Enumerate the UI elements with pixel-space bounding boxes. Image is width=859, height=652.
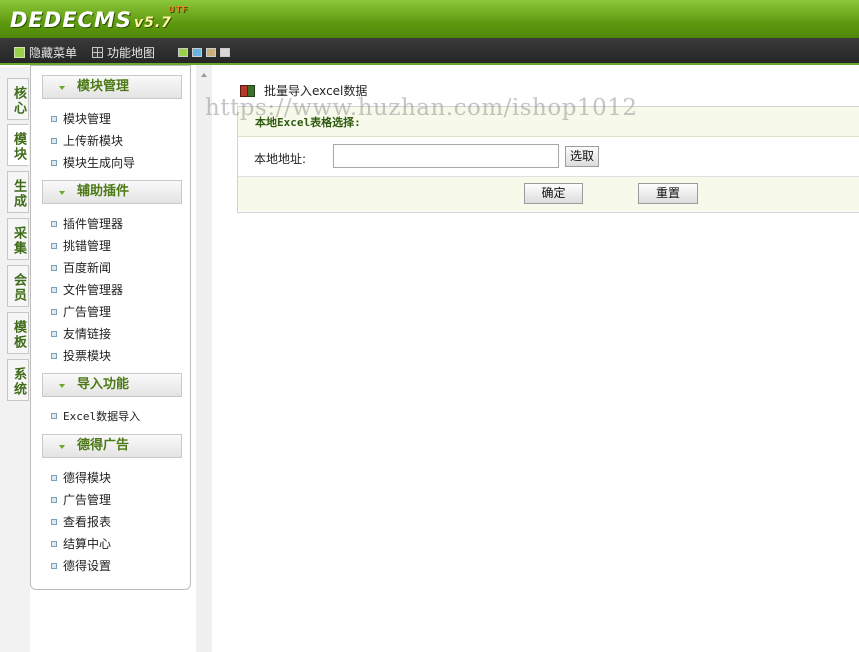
- function-map-label: 功能地图: [107, 46, 156, 60]
- sidebar-item-error-report[interactable]: 挑错管理: [51, 237, 111, 254]
- bullet-icon: [51, 352, 57, 359]
- panel-icon: [14, 47, 25, 58]
- sidebar-item-label: 友情链接: [63, 327, 112, 341]
- sidebar-item-label: 模块管理: [63, 112, 112, 126]
- sidebar-item-baidu-news[interactable]: 百度新闻: [51, 259, 111, 276]
- logo-edition: UTF: [168, 5, 189, 14]
- bullet-icon: [51, 330, 57, 337]
- tab-template[interactable]: 模板: [7, 312, 29, 354]
- chevron-down-icon: [59, 191, 65, 195]
- section-import[interactable]: 导入功能: [42, 373, 182, 397]
- sidebar-item-file-manager[interactable]: 文件管理器: [51, 281, 123, 298]
- bullet-icon: [51, 115, 57, 122]
- logo-text: DEDECMS: [10, 8, 132, 32]
- theme-swatch-green[interactable]: [178, 48, 188, 57]
- local-path-input[interactable]: [333, 144, 559, 168]
- reset-button[interactable]: 重置: [638, 183, 698, 204]
- map-icon: [92, 47, 103, 58]
- sidebar-item-dede-settings[interactable]: 德得设置: [51, 557, 111, 574]
- bullet-icon: [51, 540, 57, 547]
- excel-import-form: 本地Excel表格选择: 本地地址: 选取 确定 重置: [237, 106, 859, 213]
- theme-swatch-blue[interactable]: [192, 48, 202, 57]
- sidebar-item-ad-manage[interactable]: 广告管理: [51, 303, 111, 320]
- theme-swatch-gray[interactable]: [220, 48, 230, 57]
- function-map-button[interactable]: 功能地图: [92, 44, 155, 61]
- sidebar-item-label: 广告管理: [63, 305, 112, 319]
- hide-menu-label: 隐藏菜单: [29, 46, 78, 60]
- section-title: 辅助插件: [77, 184, 130, 199]
- sidebar-item-view-report[interactable]: 查看报表: [51, 513, 111, 530]
- dedecms-logo: DEDECMS v5.7 UTF: [10, 5, 187, 32]
- main-content: 批量导入excel数据 本地Excel表格选择: 本地地址: 选取 确定 重置: [212, 65, 859, 652]
- bullet-icon: [51, 159, 57, 166]
- sidebar-item-label: 广告管理: [63, 493, 112, 507]
- sidebar-item-excel-import[interactable]: Excel数据导入: [51, 408, 140, 424]
- sidebar-item-label: 投票模块: [63, 349, 112, 363]
- sidebar-item-label: 德得设置: [63, 559, 112, 573]
- form-actions: 确定 重置: [238, 177, 859, 211]
- section-module-manage[interactable]: 模块管理: [42, 75, 182, 99]
- sidebar-item-plugin-manager[interactable]: 插件管理器: [51, 215, 123, 232]
- logo-version: v5.7: [134, 15, 172, 31]
- sidebar-item-label: 模块生成向导: [63, 156, 136, 170]
- bullet-icon: [51, 137, 57, 144]
- theme-swatch-tan[interactable]: [206, 48, 216, 57]
- sidebar-item-settlement[interactable]: 结算中心: [51, 535, 111, 552]
- watermark-text: https://www.huzhan.com/ishop1012: [205, 95, 638, 121]
- sidebar-item-label: 查看报表: [63, 515, 112, 529]
- sidebar-item-label: 插件管理器: [63, 217, 124, 231]
- sidebar-item-dede-module[interactable]: 德得模块: [51, 469, 111, 486]
- frame-splitter[interactable]: [196, 65, 212, 652]
- section-plugins[interactable]: 辅助插件: [42, 180, 182, 204]
- hide-menu-button[interactable]: 隐藏菜单: [14, 44, 77, 61]
- section-dede-ads[interactable]: 德得广告: [42, 434, 182, 458]
- top-header: DEDECMS v5.7 UTF: [0, 0, 859, 38]
- sidebar-menu: 模块管理 模块管理 上传新模块 模块生成向导 辅助插件 插件管理器 挑错管理 百…: [30, 65, 191, 590]
- tab-member[interactable]: 会员: [7, 265, 29, 307]
- sidebar-item-label: Excel数据导入: [63, 410, 141, 423]
- section-title: 导入功能: [77, 377, 130, 392]
- browse-button[interactable]: 选取: [565, 146, 599, 167]
- sidebar-item-label: 结算中心: [63, 537, 112, 551]
- menu-bar: 隐藏菜单 功能地图: [0, 38, 859, 65]
- tab-generate[interactable]: 生成: [7, 171, 29, 213]
- section-title: 德得广告: [77, 438, 130, 453]
- sidebar-item-friend-links[interactable]: 友情链接: [51, 325, 111, 342]
- local-path-label: 本地地址:: [254, 152, 307, 166]
- bullet-icon: [51, 413, 57, 419]
- bullet-icon: [51, 220, 57, 227]
- sidebar-item-upload-module[interactable]: 上传新模块: [51, 132, 123, 149]
- chevron-down-icon: [59, 384, 65, 388]
- submit-button[interactable]: 确定: [524, 183, 583, 204]
- sidebar-item-label: 德得模块: [63, 471, 112, 485]
- sidebar-item-module-wizard[interactable]: 模块生成向导: [51, 154, 135, 171]
- bullet-icon: [51, 496, 57, 503]
- sidebar-item-module-manage[interactable]: 模块管理: [51, 110, 111, 127]
- local-path-row: 本地地址: 选取: [238, 137, 859, 177]
- sidebar-item-ad-manage-2[interactable]: 广告管理: [51, 491, 111, 508]
- bullet-icon: [51, 264, 57, 271]
- chevron-down-icon: [59, 86, 65, 90]
- category-tabs: 核心 模块 生成 采集 会员 模板 系统: [0, 67, 30, 652]
- tab-collect[interactable]: 采集: [7, 218, 29, 260]
- sidebar-item-vote-module[interactable]: 投票模块: [51, 347, 111, 364]
- tab-system[interactable]: 系统: [7, 359, 29, 401]
- section-title: 模块管理: [77, 79, 130, 94]
- sidebar-item-label: 文件管理器: [63, 283, 124, 297]
- bullet-icon: [51, 562, 57, 569]
- sidebar-item-label: 上传新模块: [63, 134, 124, 148]
- scroll-up-icon[interactable]: [201, 73, 207, 77]
- bullet-icon: [51, 474, 57, 481]
- sidebar-item-label: 挑错管理: [63, 239, 112, 253]
- bullet-icon: [51, 308, 57, 315]
- tab-core[interactable]: 核心: [7, 78, 29, 120]
- sidebar-item-label: 百度新闻: [63, 261, 112, 275]
- bullet-icon: [51, 286, 57, 293]
- bullet-icon: [51, 518, 57, 525]
- tab-module[interactable]: 模块: [7, 124, 29, 166]
- chevron-down-icon: [59, 445, 65, 449]
- bullet-icon: [51, 242, 57, 249]
